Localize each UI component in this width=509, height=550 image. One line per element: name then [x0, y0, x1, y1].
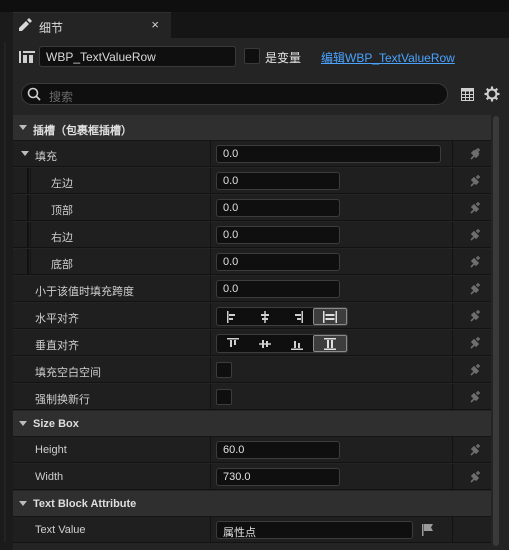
fill-empty-checkbox[interactable]: [216, 362, 232, 378]
category-title: Text Block Attribute: [33, 498, 137, 510]
align-center-icon: [261, 310, 269, 323]
details-panel: WBP_TextValueRow 是变量 编辑WBP_TextValueRow …: [13, 38, 509, 550]
expand-arrow-icon[interactable]: [19, 501, 27, 506]
property-row-fill-empty: 填充空白空间: [13, 357, 491, 383]
v-align-center-button[interactable]: [249, 335, 281, 352]
tab-details[interactable]: 细节 ×: [13, 12, 171, 38]
property-row-fill-span: 小于该值时填充跨度 0.0: [13, 276, 491, 302]
h-align-right-button[interactable]: [281, 308, 313, 325]
align-fill-icon: [323, 310, 337, 323]
left-input[interactable]: 0.0: [216, 172, 340, 190]
property-row-v-align: 垂直对齐: [13, 330, 491, 356]
text-value-input[interactable]: 属性点: [216, 521, 413, 539]
align-bottom-icon: [291, 340, 303, 350]
h-align-center-button[interactable]: [249, 308, 281, 325]
tab-title: 细节: [39, 21, 64, 35]
pin-icon[interactable]: [468, 174, 482, 188]
property-row-h-align: 水平对齐: [13, 303, 491, 329]
width-input[interactable]: 730.0: [216, 468, 340, 486]
property-row-height: Height 60.0: [13, 437, 491, 463]
padding-input[interactable]: 0.0: [216, 145, 441, 163]
window-top-bar: [0, 0, 509, 12]
is-variable-label: 是变量: [265, 51, 302, 65]
pin-icon[interactable]: [468, 282, 482, 296]
pin-icon[interactable]: [468, 147, 482, 161]
expand-arrow-icon[interactable]: [19, 421, 27, 426]
v-align-group: [216, 334, 348, 353]
property-label: 填充: [35, 151, 57, 163]
search-placeholder: 搜索: [49, 90, 74, 104]
category-title: Size Box: [33, 418, 79, 430]
is-variable-checkbox[interactable]: [244, 48, 260, 64]
expand-arrow-icon[interactable]: [19, 125, 27, 130]
right-input[interactable]: 0.0: [216, 226, 340, 244]
close-icon[interactable]: ×: [151, 17, 159, 32]
property-label: 顶部: [51, 205, 73, 217]
fill-span-input[interactable]: 0.0: [216, 280, 340, 298]
property-row-text-value: Text Value 属性点: [13, 517, 491, 543]
h-align-left-button[interactable]: [217, 308, 249, 325]
expand-arrow-icon[interactable]: [21, 151, 29, 156]
property-row-left: 左边 0.0: [13, 168, 491, 194]
property-label: 填充空白空间: [35, 367, 101, 379]
h-align-fill-button[interactable]: [313, 308, 347, 325]
top-input[interactable]: 0.0: [216, 199, 340, 217]
localization-flag-icon[interactable]: [421, 523, 435, 537]
search-icon: [27, 87, 41, 101]
property-label: 左边: [51, 178, 73, 190]
force-newline-checkbox[interactable]: [216, 389, 232, 405]
align-fill-vertical-icon: [324, 337, 336, 350]
pin-icon[interactable]: [468, 470, 482, 484]
property-label: 强制换新行: [35, 394, 90, 406]
category-title: 插槽（包裹框插槽）: [33, 125, 132, 137]
property-row-force-newline: 强制换新行: [13, 384, 491, 410]
search-input[interactable]: 搜索: [21, 83, 448, 105]
property-label: Width: [35, 471, 64, 483]
pin-icon[interactable]: [468, 336, 482, 350]
widget-name-input[interactable]: WBP_TextValueRow: [39, 46, 236, 67]
property-label: 小于该值时填充跨度: [35, 286, 134, 298]
pin-icon[interactable]: [468, 201, 482, 215]
align-left-icon: [227, 310, 235, 323]
property-matrix-icon[interactable]: [461, 88, 474, 101]
left-dock-strip: [0, 12, 14, 550]
pin-icon[interactable]: [468, 390, 482, 404]
property-label: 底部: [51, 259, 73, 271]
property-label: 垂直对齐: [35, 340, 79, 352]
property-row-width: Width 730.0: [13, 464, 491, 490]
v-align-top-button[interactable]: [217, 335, 249, 352]
h-align-group: [216, 307, 348, 326]
gear-icon[interactable]: [484, 86, 500, 102]
property-label: 右边: [51, 232, 73, 244]
property-label: Text Value: [35, 524, 86, 536]
bottom-input[interactable]: 0.0: [216, 253, 340, 271]
property-row-bottom: 底部 0.0: [13, 249, 491, 275]
pin-icon[interactable]: [468, 255, 482, 269]
property-row-right: 右边 0.0: [13, 222, 491, 248]
pin-icon[interactable]: [468, 309, 482, 323]
edit-widget-link[interactable]: 编辑WBP_TextValueRow: [321, 49, 455, 66]
category-size-box[interactable]: Size Box: [13, 411, 491, 437]
property-label: 水平对齐: [35, 313, 79, 325]
v-align-bottom-button[interactable]: [281, 335, 313, 352]
v-align-fill-button[interactable]: [313, 335, 347, 352]
pin-icon[interactable]: [468, 443, 482, 457]
details-icon: [19, 18, 32, 31]
property-label: Height: [35, 444, 67, 456]
widget-type-icon: [19, 51, 35, 63]
align-right-icon: [295, 310, 303, 323]
height-input[interactable]: 60.0: [216, 441, 340, 459]
scrollbar[interactable]: [493, 116, 499, 546]
property-row-padding: 填充 0.0: [13, 141, 491, 167]
pin-icon[interactable]: [468, 363, 482, 377]
category-slot[interactable]: 插槽（包裹框插槽）: [13, 115, 491, 141]
category-text-block-attribute[interactable]: Text Block Attribute: [13, 491, 491, 517]
align-top-icon: [227, 337, 239, 347]
pin-icon[interactable]: [468, 228, 482, 242]
align-middle-icon: [259, 339, 271, 348]
property-row-top: 顶部 0.0: [13, 195, 491, 221]
